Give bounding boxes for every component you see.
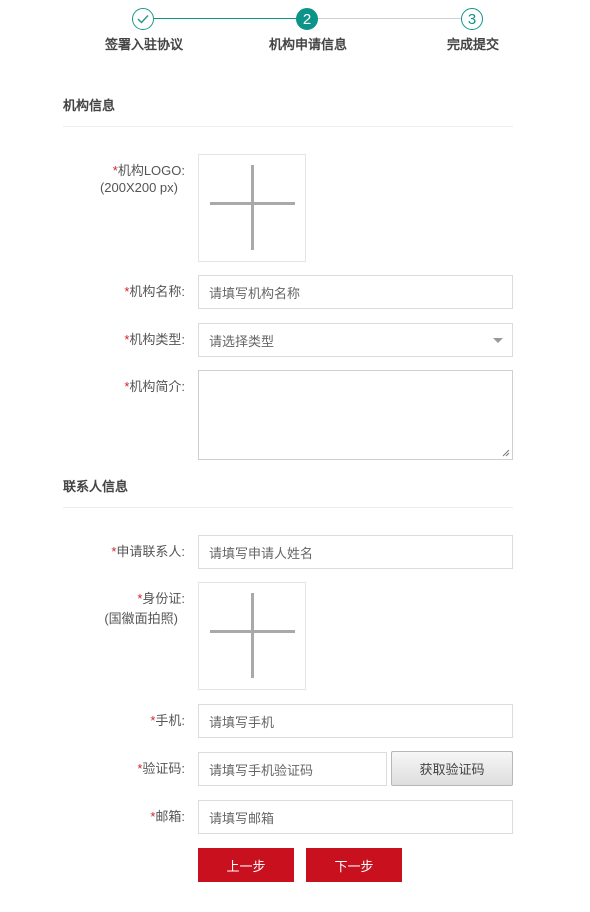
plus-icon-v [251, 593, 254, 678]
step-2-label: 机构申请信息 [269, 37, 348, 52]
step-1-label: 签署入驻协议 [105, 37, 184, 52]
email-input[interactable]: 请填写邮箱 [198, 800, 513, 834]
id-card-hint: (国徽面拍照) [104, 611, 178, 626]
phone-label: *手机: [150, 713, 185, 728]
org-section-title: 机构信息 [63, 98, 116, 113]
chevron-down-icon [493, 338, 503, 343]
get-code-button[interactable]: 获取验证码 [391, 751, 513, 786]
applicant-placeholder: 请填写申请人姓名 [209, 545, 314, 561]
org-type-label: *机构类型: [124, 332, 185, 347]
logo-label: *机构LOGO: [112, 163, 185, 178]
id-card-upload[interactable] [198, 582, 306, 690]
contact-section-divider [63, 507, 513, 508]
org-intro-textarea[interactable] [198, 370, 513, 460]
org-name-placeholder: 请填写机构名称 [209, 285, 301, 301]
code-placeholder: 请填写手机验证码 [209, 762, 314, 778]
plus-icon-v [251, 165, 254, 250]
resize-grip-icon[interactable] [502, 449, 510, 457]
email-placeholder: 请填写邮箱 [209, 810, 275, 826]
code-label: *验证码: [137, 761, 185, 776]
org-name-label: *机构名称: [124, 284, 185, 299]
org-name-input[interactable]: 请填写机构名称 [198, 275, 513, 309]
phone-input[interactable]: 请填写手机 [198, 704, 513, 738]
org-type-select[interactable]: 请选择类型 [198, 323, 513, 357]
org-section-divider [63, 126, 513, 127]
applicant-input[interactable]: 请填写申请人姓名 [198, 535, 513, 569]
logo-upload[interactable] [198, 154, 306, 262]
org-type-placeholder: 请选择类型 [209, 333, 275, 349]
step-3-label: 完成提交 [447, 37, 500, 52]
step-1-check-icon [132, 8, 154, 30]
email-label: *邮箱: [150, 809, 185, 824]
applicant-label: *申请联系人: [111, 544, 185, 559]
next-step-button[interactable]: 下一步 [306, 848, 402, 882]
logo-size-hint: (200X200 px) [99, 180, 178, 195]
code-input[interactable]: 请填写手机验证码 [198, 752, 387, 786]
id-card-label: *身份证: [137, 591, 185, 606]
contact-section-title: 联系人信息 [63, 479, 129, 494]
step-connector-1 [154, 18, 296, 19]
phone-placeholder: 请填写手机 [209, 714, 275, 730]
step-connector-2 [318, 18, 461, 19]
step-2-number: 2 [296, 8, 318, 30]
org-intro-label: *机构简介: [124, 379, 185, 394]
prev-step-button[interactable]: 上一步 [198, 848, 294, 882]
step-3-number: 3 [461, 8, 483, 30]
